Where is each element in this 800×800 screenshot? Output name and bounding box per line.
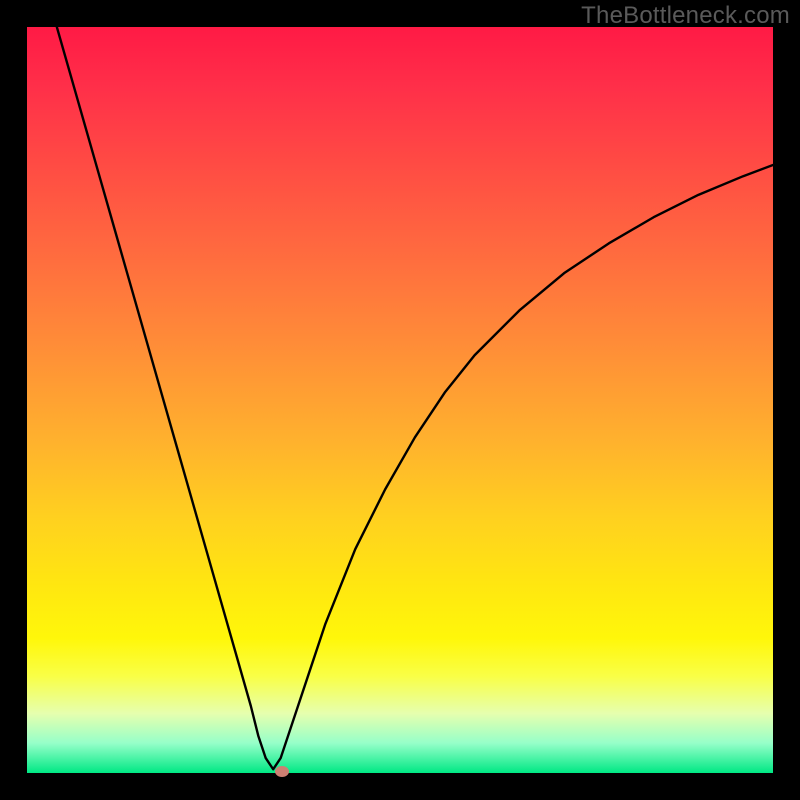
chart-frame: TheBottleneck.com <box>0 0 800 800</box>
watermark-text: TheBottleneck.com <box>581 2 790 30</box>
plot-gradient-background <box>27 27 773 773</box>
optimum-marker <box>275 766 289 777</box>
